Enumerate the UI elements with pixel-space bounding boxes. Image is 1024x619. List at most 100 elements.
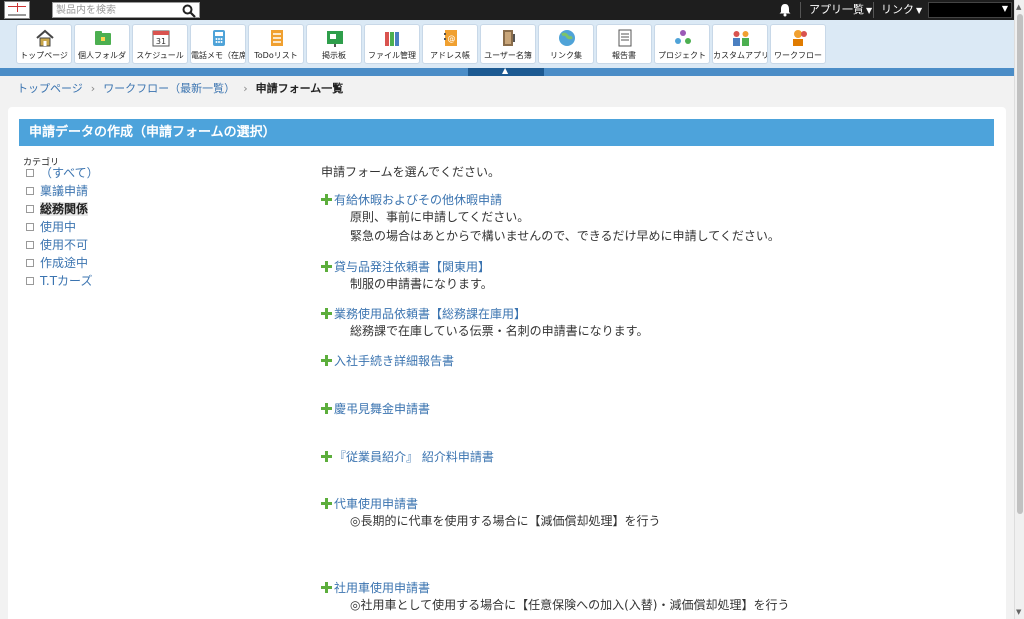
app-button-label: ワークフロー <box>774 51 822 60</box>
form-title: 貸与品発注依頼書【関東用】 <box>334 260 491 274</box>
app-button-calendar[interactable]: 31 スケジュール <box>132 24 188 64</box>
plus-icon <box>321 261 332 272</box>
search-icon[interactable] <box>182 4 196 18</box>
form-link[interactable]: 社用車使用申請書 <box>321 580 430 596</box>
apps-menu[interactable]: アプリ一覧 ▼ <box>809 3 872 18</box>
category-item[interactable]: 稟議申請 <box>26 183 88 199</box>
caret-down-icon: ▼ <box>866 6 873 15</box>
breadcrumb: トップページ › ワークフロー（最新一覧） › 申請フォーム一覧 <box>17 82 343 96</box>
links-menu[interactable]: リンク ▼ <box>881 3 922 18</box>
file-management-icon <box>383 28 403 48</box>
toolbar-collapse-toggle[interactable]: ▲ <box>468 66 544 76</box>
app-button-personal-folder[interactable]: 個人フォルダ <box>74 24 130 64</box>
vertical-scrollbar[interactable]: ▲ ▼ <box>1014 0 1024 619</box>
breadcrumb-top-link[interactable]: トップページ <box>17 82 83 95</box>
category-item[interactable]: 使用中 <box>26 219 76 235</box>
form-description: 制服の申請書になります。 <box>350 277 493 291</box>
form-description: 原則、事前に申請してください。 <box>350 210 530 224</box>
address-book-icon: @ <box>441 28 461 48</box>
notification-bell-icon[interactable] <box>778 3 792 17</box>
app-button-label: カスタムアプリ <box>713 51 767 60</box>
plus-icon <box>321 451 332 462</box>
app-button-label: アドレス帳 <box>430 51 470 60</box>
plus-icon <box>321 582 332 593</box>
bulletin-icon <box>325 28 345 48</box>
divider <box>800 2 801 18</box>
form-link[interactable]: 有給休暇およびその他休暇申請 <box>321 192 502 208</box>
breadcrumb-current: 申請フォーム一覧 <box>255 82 344 95</box>
plus-icon <box>321 403 332 414</box>
form-link[interactable]: 入社手続き詳細報告書 <box>321 353 454 369</box>
svg-text:31: 31 <box>156 37 166 46</box>
app-button-label: 報告書 <box>612 51 636 60</box>
category-label: 稟議申請 <box>40 184 89 198</box>
app-button-home[interactable]: トップページ <box>16 24 72 64</box>
category-item[interactable]: 使用不可 <box>26 237 88 253</box>
caret-down-icon: ▼ <box>1001 4 1008 13</box>
company-logo[interactable] <box>4 1 30 19</box>
form-title: 『従業員紹介』 紹介料申請書 <box>334 450 494 464</box>
caret-up-icon: ▲ <box>502 66 509 75</box>
form-title: 入社手続き詳細報告書 <box>334 354 455 368</box>
form-title: 慶弔見舞金申請書 <box>334 402 431 416</box>
calendar-icon: 31 <box>151 28 171 48</box>
category-label: 使用不可 <box>40 238 89 252</box>
form-title: 業務使用品依頼書【総務課在庫用】 <box>334 307 527 321</box>
page-title: 申請データの作成（申請フォームの選択） <box>19 119 994 146</box>
category-label: 作成途中 <box>40 256 89 270</box>
links-menu-label: リンク <box>881 3 914 16</box>
app-button-phone-memo[interactable]: 電話メモ（在席 <box>190 24 246 64</box>
plus-icon <box>321 355 332 366</box>
category-bullet-icon <box>26 223 34 231</box>
search-input[interactable] <box>56 3 181 17</box>
app-button-address-book[interactable]: @ アドレス帳 <box>422 24 478 64</box>
app-button-user-directory[interactable]: ユーザー名簿 <box>480 24 536 64</box>
app-button-bulletin[interactable]: 掲示板 <box>306 24 362 64</box>
app-button-label: 電話メモ（在席 <box>191 51 245 60</box>
app-button-label: 掲示板 <box>322 51 346 60</box>
app-button-workflow[interactable]: ワークフロー <box>770 24 826 64</box>
category-bullet-icon <box>26 205 34 213</box>
scroll-down-icon[interactable]: ▼ <box>1016 608 1021 616</box>
custom-app-icon <box>731 28 751 48</box>
plus-icon <box>321 498 332 509</box>
phone-memo-icon <box>209 28 229 48</box>
category-item[interactable]: T.Tカーズ <box>26 273 92 289</box>
chevron-right-icon: › <box>243 82 248 95</box>
category-bullet-icon <box>26 187 34 195</box>
app-button-label: ToDoリスト <box>254 51 298 60</box>
svg-text:@: @ <box>448 34 456 43</box>
category-item[interactable]: 総務関係 <box>26 201 89 217</box>
form-link[interactable]: 業務使用品依頼書【総務課在庫用】 <box>321 306 526 322</box>
app-button-project[interactable]: プロジェクト <box>654 24 710 64</box>
form-description: 緊急の場合はあとからで構いませんので、できるだけ早めに申請してください。 <box>350 229 780 243</box>
app-button-custom-app[interactable]: カスタムアプリ <box>712 24 768 64</box>
user-menu[interactable]: ▼ <box>928 2 1012 18</box>
category-item[interactable]: 作成途中 <box>26 255 88 271</box>
scroll-up-icon[interactable]: ▲ <box>1016 3 1021 11</box>
category-bullet-icon <box>26 241 34 249</box>
report-icon <box>615 28 635 48</box>
form-link[interactable]: 『従業員紹介』 紹介料申請書 <box>321 449 494 465</box>
divider <box>873 2 874 18</box>
app-button-todo[interactable]: ToDoリスト <box>248 24 304 64</box>
plus-icon <box>321 194 332 205</box>
chevron-right-icon: › <box>90 82 96 95</box>
intro-text: 申請フォームを選んでください。 <box>321 165 501 179</box>
form-title: 有給休暇およびその他休暇申請 <box>334 193 503 207</box>
category-item[interactable]: （すべて） <box>26 165 99 181</box>
app-button-file-management[interactable]: ファイル管理 <box>364 24 420 64</box>
app-button-report[interactable]: 報告書 <box>596 24 652 64</box>
links-icon <box>557 28 577 48</box>
form-link[interactable]: 貸与品発注依頼書【関東用】 <box>321 259 490 275</box>
app-button-links[interactable]: リンク集 <box>538 24 594 64</box>
category-bullet-icon <box>26 277 34 285</box>
scrollbar-thumb[interactable] <box>1017 14 1023 514</box>
user-directory-icon <box>499 28 519 48</box>
breadcrumb-workflow-link[interactable]: ワークフロー（最新一覧） <box>103 82 235 95</box>
form-link[interactable]: 慶弔見舞金申請書 <box>321 401 430 417</box>
app-button-label: トップページ <box>20 51 68 60</box>
product-search <box>52 2 200 18</box>
form-link[interactable]: 代車使用申請書 <box>321 496 418 512</box>
form-title: 社用車使用申請書 <box>334 581 431 595</box>
